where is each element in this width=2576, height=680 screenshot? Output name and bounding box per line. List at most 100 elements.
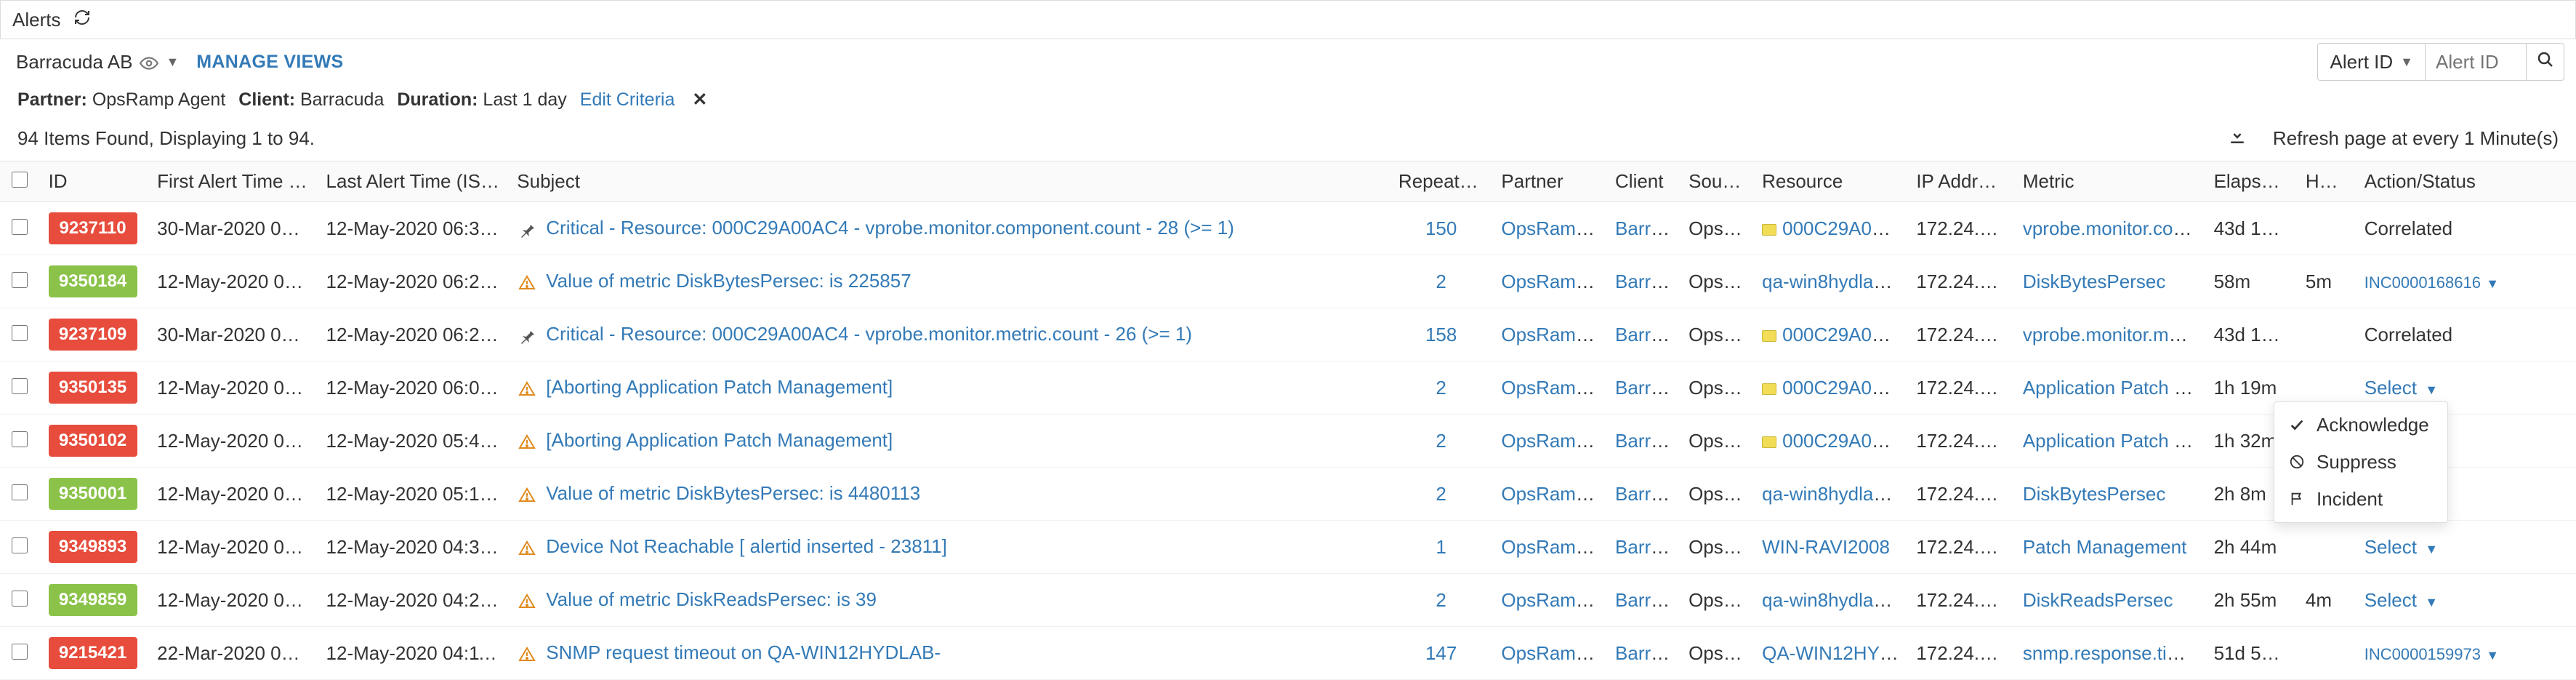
- incident-link[interactable]: INC0000159973: [2364, 645, 2481, 663]
- col-client[interactable]: Client: [1606, 161, 1680, 202]
- repeated-link[interactable]: 2: [1436, 271, 1446, 292]
- row-checkbox[interactable]: [12, 484, 28, 500]
- edit-criteria-link[interactable]: Edit Criteria: [580, 89, 675, 111]
- menu-acknowledge[interactable]: Acknowledge: [2274, 407, 2447, 444]
- repeated-link[interactable]: 2: [1436, 483, 1446, 505]
- client-link[interactable]: Barracuda: [1615, 483, 1680, 505]
- col-resource[interactable]: Resource: [1753, 161, 1907, 202]
- resource-link[interactable]: 000C29A00AC4: [1782, 430, 1907, 452]
- repeated-link[interactable]: 147: [1425, 642, 1457, 664]
- partner-link[interactable]: OpsRamp Agent: [1501, 430, 1606, 452]
- partner-link[interactable]: OpsRamp Agent: [1501, 271, 1606, 292]
- select-all-header[interactable]: [0, 161, 40, 202]
- metric-link[interactable]: vprobe.monitor.component..: [2023, 217, 2205, 239]
- resource-link[interactable]: WIN-RAVI2008: [1762, 536, 1890, 558]
- partner-link[interactable]: OpsRamp Agent: [1501, 536, 1606, 558]
- client-link[interactable]: Barracuda: [1615, 324, 1680, 345]
- resource-link[interactable]: 000C29A00AC4: [1782, 324, 1907, 345]
- repeated-link[interactable]: 2: [1436, 430, 1446, 452]
- col-repeated[interactable]: Repeated Alerts: [1390, 161, 1492, 202]
- resource-link[interactable]: qa-win8hydlab-shiv..: [1762, 271, 1907, 292]
- repeated-link[interactable]: 150: [1425, 217, 1457, 239]
- col-elapsed[interactable]: Elapsed Time: [2205, 161, 2297, 202]
- client-link[interactable]: Barracuda: [1615, 642, 1680, 664]
- metric-link[interactable]: Application Patch Manage..: [2023, 377, 2205, 399]
- alert-id-chip[interactable]: 9349893: [49, 531, 137, 563]
- client-link[interactable]: Barracuda: [1615, 589, 1680, 611]
- subject-link[interactable]: Value of metric DiskBytesPersec: is 2258…: [546, 270, 911, 292]
- partner-link[interactable]: OpsRamp Agent: [1501, 217, 1606, 239]
- row-checkbox[interactable]: [12, 431, 28, 447]
- subject-link[interactable]: Value of metric DiskBytesPersec: is 4480…: [546, 482, 920, 504]
- col-first[interactable]: First Alert Time (IST): [148, 161, 317, 202]
- alert-id-chip[interactable]: 9350102: [49, 425, 137, 457]
- subject-link[interactable]: Critical - Resource: 000C29A00AC4 - vpro…: [546, 323, 1192, 345]
- subject-link[interactable]: SNMP request timeout on QA-WIN12HYDLAB-: [546, 641, 941, 663]
- row-checkbox[interactable]: [12, 325, 28, 341]
- action-select[interactable]: Select ▼: [2364, 589, 2438, 611]
- close-icon[interactable]: ✕: [688, 89, 712, 111]
- client-link[interactable]: Barracuda: [1615, 271, 1680, 292]
- col-subject[interactable]: Subject: [508, 161, 1390, 202]
- resource-link[interactable]: 000C29A00AC4: [1782, 377, 1907, 399]
- repeated-link[interactable]: 2: [1436, 589, 1446, 611]
- action-select[interactable]: Select ▼: [2364, 377, 2438, 399]
- repeated-link[interactable]: 1: [1436, 536, 1446, 558]
- alert-id-chip[interactable]: 9349859: [49, 584, 137, 616]
- alert-id-chip[interactable]: 9215421: [49, 637, 137, 669]
- subject-link[interactable]: Value of metric DiskReadsPersec: is 39: [546, 588, 877, 610]
- partner-link[interactable]: OpsRamp Agent: [1501, 483, 1606, 505]
- menu-suppress[interactable]: Suppress: [2274, 444, 2447, 481]
- incident-link[interactable]: INC0000168616: [2364, 273, 2481, 292]
- repeated-link[interactable]: 158: [1425, 324, 1457, 345]
- col-partner[interactable]: Partner: [1492, 161, 1606, 202]
- row-checkbox[interactable]: [12, 644, 28, 660]
- partner-link[interactable]: OpsRamp Agent: [1501, 324, 1606, 345]
- client-link[interactable]: Barracuda: [1615, 217, 1680, 239]
- chevron-down-icon[interactable]: ▼: [2486, 276, 2499, 291]
- alert-id-chip[interactable]: 9350135: [49, 372, 137, 404]
- search-button[interactable]: [2527, 43, 2564, 81]
- metric-link[interactable]: Application Patch Manage..: [2023, 430, 2205, 452]
- view-selector[interactable]: Barracuda AB ▼: [12, 48, 183, 76]
- col-metric[interactable]: Metric: [2014, 161, 2205, 202]
- subject-link[interactable]: [Aborting Application Patch Management]: [546, 429, 893, 451]
- menu-incident[interactable]: Incident: [2274, 481, 2447, 518]
- row-checkbox[interactable]: [12, 272, 28, 288]
- row-checkbox[interactable]: [12, 219, 28, 235]
- alert-id-chip[interactable]: 9350001: [49, 478, 137, 510]
- resource-link[interactable]: 000C29A00AC4: [1782, 217, 1907, 239]
- col-ip[interactable]: IP Address: [1907, 161, 2014, 202]
- col-action[interactable]: Action/Status: [2356, 161, 2576, 202]
- alert-id-chip[interactable]: 9350184: [49, 265, 137, 297]
- filter-input[interactable]: [2425, 43, 2527, 81]
- col-id[interactable]: ID: [40, 161, 149, 202]
- col-source[interactable]: Source: [1680, 161, 1753, 202]
- subject-link[interactable]: [Aborting Application Patch Management]: [546, 376, 893, 398]
- client-link[interactable]: Barracuda: [1615, 430, 1680, 452]
- select-all-checkbox[interactable]: [12, 172, 28, 188]
- metric-link[interactable]: Patch Management: [2023, 536, 2186, 558]
- repeated-link[interactable]: 2: [1436, 377, 1446, 399]
- metric-link[interactable]: DiskReadsPersec: [2023, 589, 2173, 611]
- row-checkbox[interactable]: [12, 537, 28, 553]
- resource-link[interactable]: qa-win8hydlab-shiv..: [1762, 483, 1907, 505]
- filter-field-select[interactable]: Alert ID ▼: [2317, 43, 2425, 81]
- partner-link[interactable]: OpsRamp Agent: [1501, 589, 1606, 611]
- col-last[interactable]: Last Alert Time (IST)↓: [318, 161, 509, 202]
- chevron-down-icon[interactable]: ▼: [2486, 648, 2499, 663]
- metric-link[interactable]: snmp.response.timeout: [2023, 642, 2205, 664]
- partner-link[interactable]: OpsRamp Agent: [1501, 642, 1606, 664]
- row-checkbox[interactable]: [12, 378, 28, 394]
- resource-link[interactable]: qa-win8hydlab-shiv..: [1762, 589, 1907, 611]
- partner-link[interactable]: OpsRamp Agent: [1501, 377, 1606, 399]
- resource-link[interactable]: QA-WIN12HYDLAB-: [1762, 642, 1907, 664]
- refresh-icon[interactable]: [73, 9, 91, 31]
- subject-link[interactable]: Critical - Resource: 000C29A00AC4 - vpro…: [546, 217, 1234, 239]
- action-select[interactable]: Select ▼: [2364, 536, 2438, 558]
- metric-link[interactable]: vprobe.monitor.metric.co..: [2023, 324, 2205, 345]
- col-healed[interactable]: Healed: [2297, 161, 2356, 202]
- client-link[interactable]: Barracuda: [1615, 377, 1680, 399]
- alert-id-chip[interactable]: 9237109: [49, 319, 137, 351]
- manage-views-link[interactable]: MANAGE VIEWS: [196, 52, 343, 73]
